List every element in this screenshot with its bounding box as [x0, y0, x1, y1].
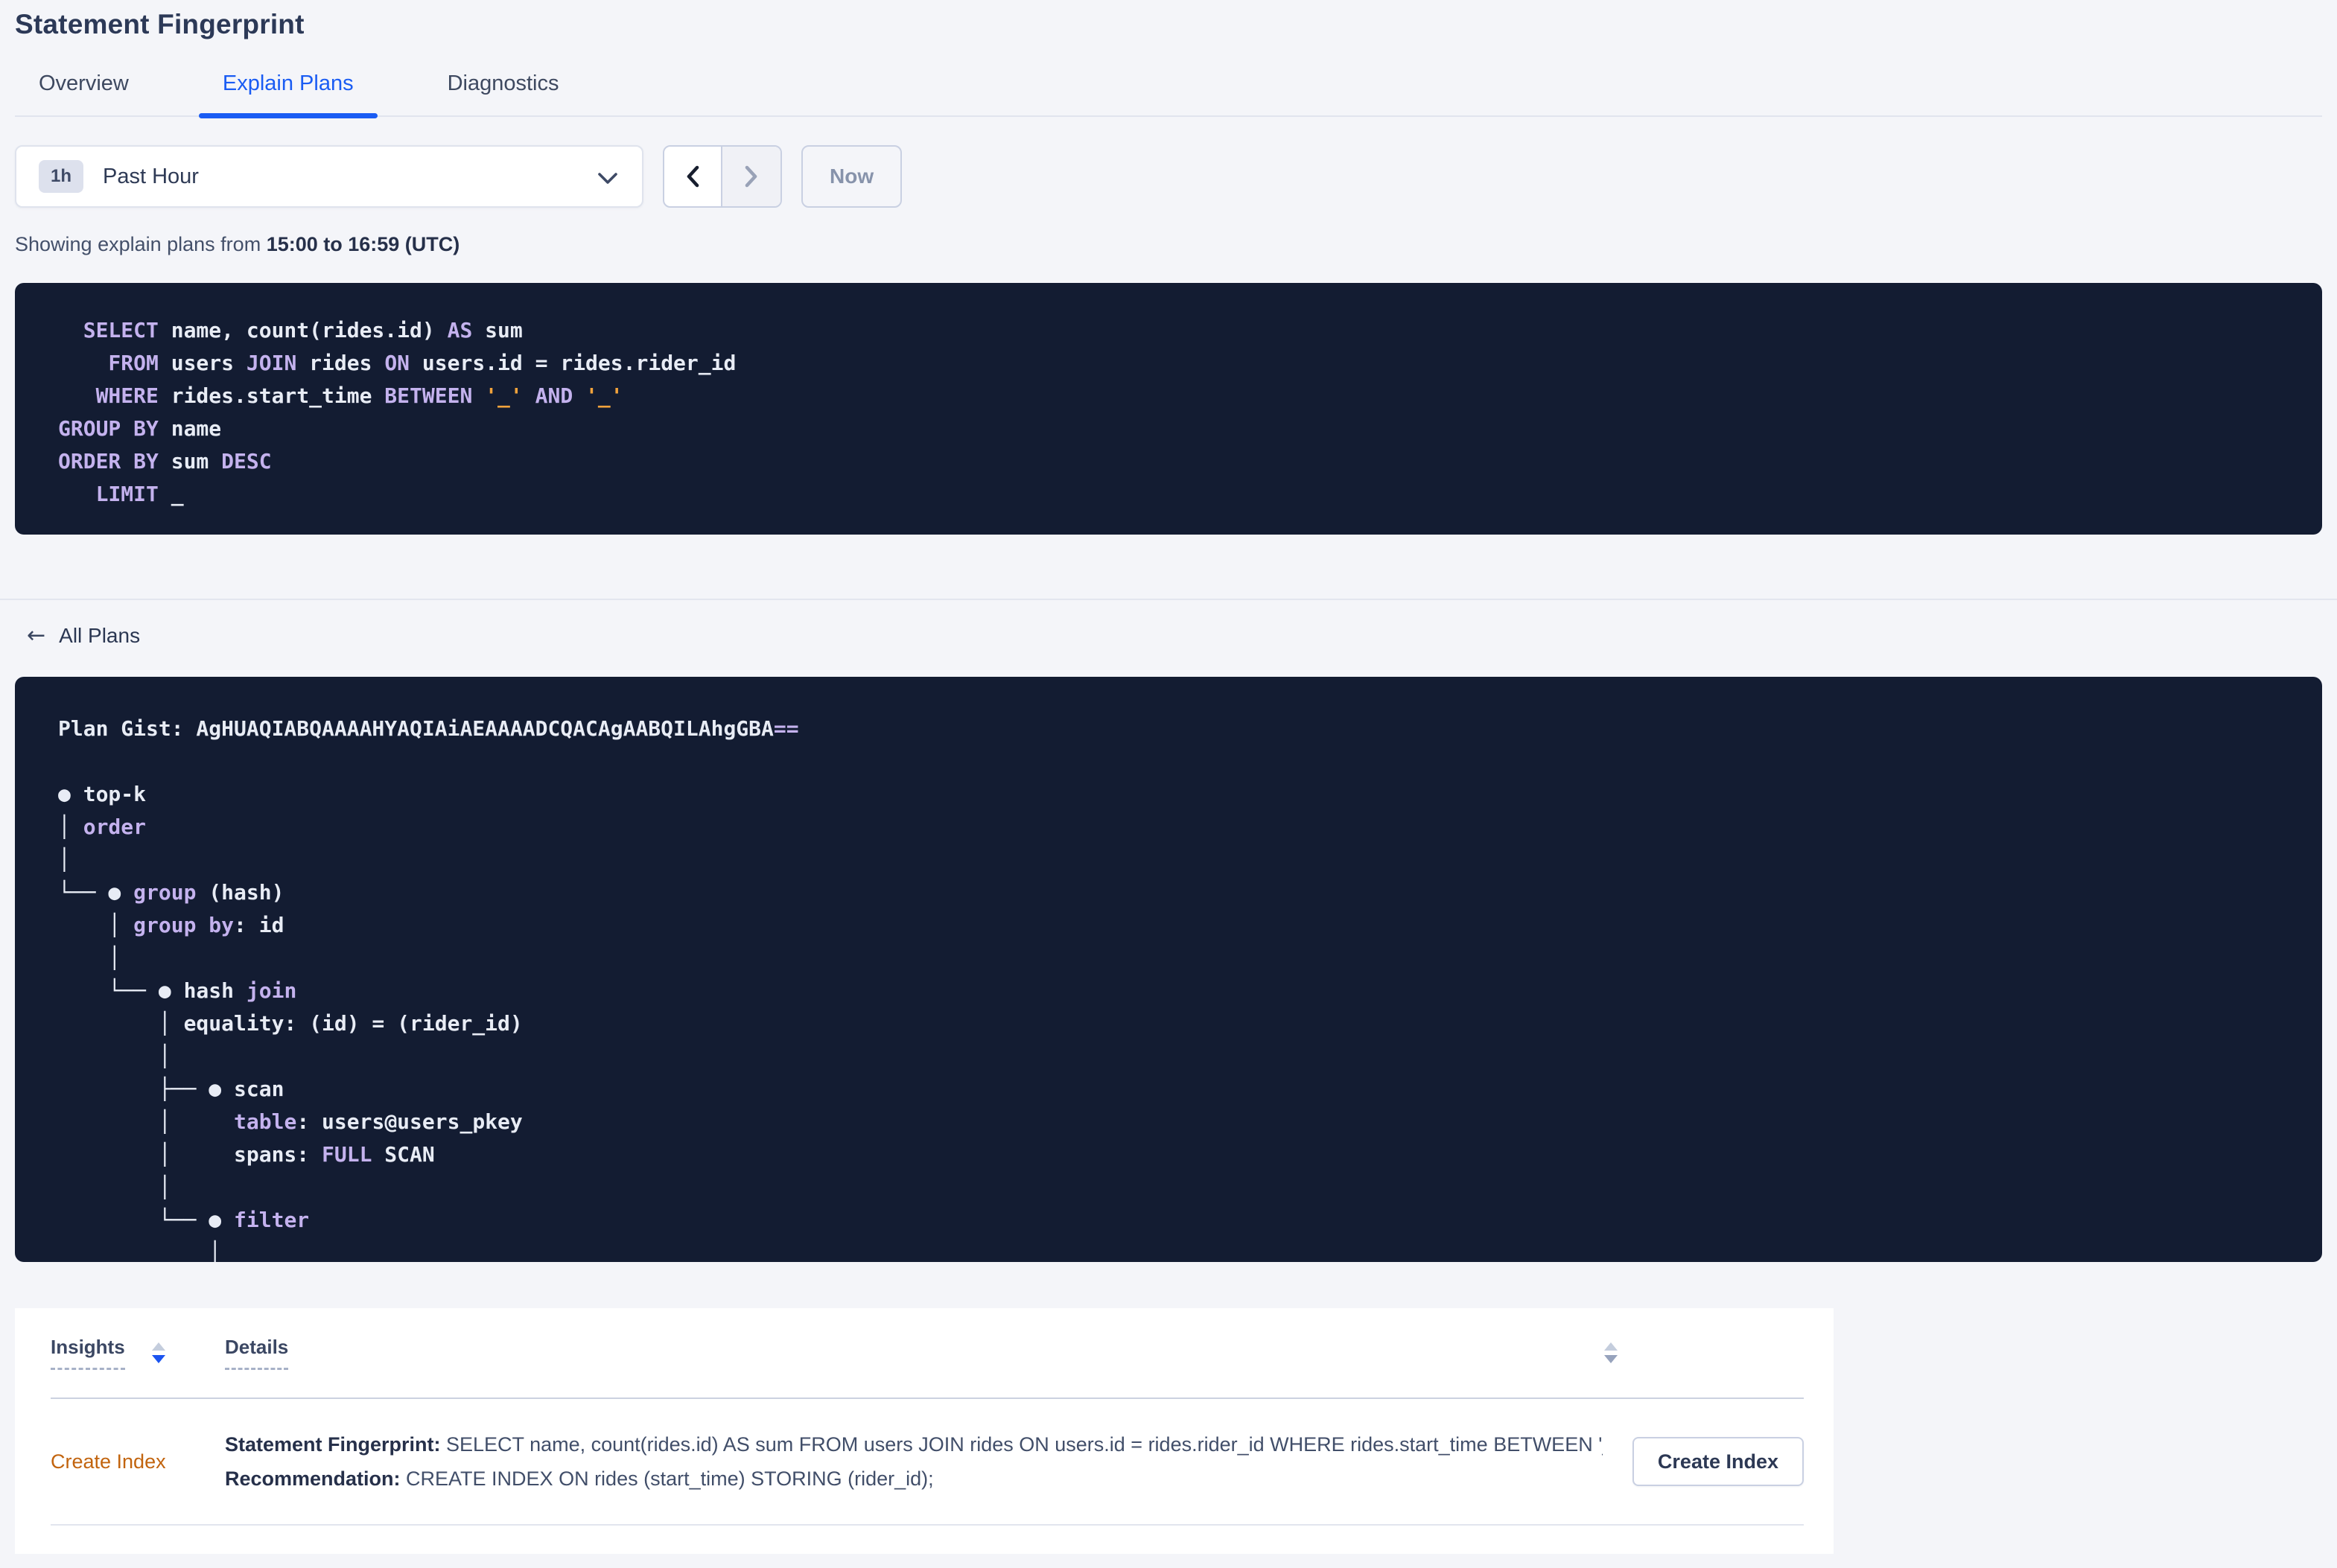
tab-bar: Overview Explain Plans Diagnostics: [15, 71, 2322, 118]
sort-icon[interactable]: [151, 1342, 165, 1363]
column-header-insights[interactable]: Insights: [51, 1336, 225, 1370]
detail-text: CREATE INDEX ON rides (start_time) STORI…: [400, 1467, 934, 1490]
showing-range-prefix: Showing explain plans from: [15, 233, 267, 255]
insight-cell: Create Index: [51, 1450, 225, 1473]
time-interval-label: Past Hour: [103, 164, 199, 188]
detail-label: Recommendation:: [225, 1467, 401, 1490]
time-interval-select[interactable]: 1h Past Hour: [15, 145, 643, 208]
page-title: Statement Fingerprint: [15, 9, 305, 39]
sort-up-arrow-icon: [1604, 1342, 1618, 1351]
create-index-link[interactable]: Create Index: [51, 1450, 166, 1473]
insights-table: Insights Details Create Index Statement …: [15, 1308, 1834, 1554]
chevron-right-icon: [745, 165, 757, 188]
chevron-left-icon: [687, 165, 699, 188]
sort-icon[interactable]: [1604, 1342, 1618, 1363]
plan-gist-block: Plan Gist: AgHUAQIABQAAAAHYAQIAiAEAAAADC…: [15, 677, 2322, 1262]
detail-text: SELECT name, count(rides.id) AS sum FROM…: [440, 1433, 1603, 1456]
statement-fingerprint-detail: Statement Fingerprint: SELECT name, coun…: [225, 1427, 1603, 1462]
sort-down-arrow-icon: [1604, 1355, 1618, 1363]
insights-column-label[interactable]: Insights: [51, 1336, 125, 1370]
prev-interval-button[interactable]: [664, 147, 722, 206]
all-plans-label: All Plans: [59, 623, 141, 647]
detail-label: Statement Fingerprint:: [225, 1433, 441, 1456]
arrow-left-icon: ←: [27, 622, 46, 648]
sql-statement-block: SELECT name, count(rides.id) AS sum FROM…: [15, 283, 2322, 535]
time-controls-row: 1h Past Hour Now: [15, 145, 2322, 208]
showing-range-text: Showing explain plans from 15:00 to 16:5…: [15, 233, 2322, 256]
column-header-details[interactable]: Details: [225, 1336, 1577, 1370]
insights-table-header: Insights Details: [51, 1308, 1804, 1399]
sort-down-arrow-icon: [151, 1355, 165, 1363]
tab-diagnostics[interactable]: Diagnostics: [424, 71, 583, 115]
section-divider: [0, 599, 2337, 600]
time-interval-badge: 1h: [39, 160, 84, 193]
statement-fingerprint-page: Statement Fingerprint Overview Explain P…: [0, 0, 2337, 1554]
details-cell: Statement Fingerprint: SELECT name, coun…: [225, 1427, 1632, 1496]
now-button[interactable]: Now: [801, 145, 903, 208]
all-plans-link[interactable]: ← All Plans: [27, 622, 140, 648]
table-row: Create Index Statement Fingerprint: SELE…: [51, 1399, 1804, 1526]
tab-overview[interactable]: Overview: [15, 71, 153, 115]
details-column-label[interactable]: Details: [225, 1336, 289, 1370]
time-pager: [663, 145, 782, 208]
chevron-down-icon: [598, 173, 617, 184]
showing-range-value: 15:00 to 16:59 (UTC): [266, 233, 460, 255]
sort-up-arrow-icon: [151, 1342, 165, 1351]
create-index-button[interactable]: Create Index: [1632, 1437, 1804, 1486]
recommendation-detail: Recommendation: CREATE INDEX ON rides (s…: [225, 1462, 1603, 1496]
tab-explain-plans[interactable]: Explain Plans: [198, 71, 378, 118]
next-interval-button[interactable]: [722, 147, 780, 206]
